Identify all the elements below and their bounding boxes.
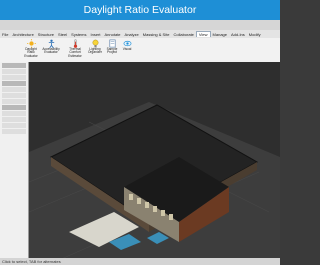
window-toolbar	[0, 20, 280, 30]
tab-view[interactable]: View	[195, 31, 211, 37]
panel-row[interactable]	[2, 93, 26, 98]
panel-header	[2, 105, 26, 110]
panel-row[interactable]	[2, 129, 26, 134]
visual-label: Visual	[122, 47, 132, 51]
ribbon-panel: Daylight Ratio Evaluator Accessibility E…	[0, 38, 280, 63]
tab-structure[interactable]: Structure	[36, 32, 56, 37]
building-model	[29, 102, 280, 260]
tab-file[interactable]: File	[0, 32, 10, 37]
panel-header	[2, 81, 26, 86]
tab-architecture[interactable]: Architecture	[10, 32, 35, 37]
panel-row[interactable]	[2, 117, 26, 122]
panel-header	[2, 63, 26, 68]
daylight-ratio-label: Daylight Ratio Evaluator	[24, 47, 38, 58]
tab-insert[interactable]: Insert	[89, 32, 103, 37]
status-bar: Click to select, TAB for alternates	[0, 258, 280, 265]
tab-steel[interactable]: Steel	[56, 32, 69, 37]
daylight-ratio-button[interactable]: Daylight Ratio Evaluator	[22, 39, 40, 58]
tab-collaborate[interactable]: Collaborate	[171, 32, 195, 37]
tab-modify[interactable]: Modify	[247, 32, 263, 37]
tab-manage[interactable]: Manage	[211, 32, 229, 37]
tab-systems[interactable]: Systems	[69, 32, 88, 37]
lighting-organizer-label: Lighting Organizer	[88, 47, 102, 55]
panel-row[interactable]	[2, 99, 26, 104]
panel-row[interactable]	[2, 111, 26, 116]
tab-massing-site[interactable]: Massing & Site	[141, 32, 172, 37]
lighting-organizer-button[interactable]: Lighting Organizer	[86, 39, 104, 58]
app-title: Daylight Ratio Evaluator	[83, 4, 197, 16]
thermal-comfort-button[interactable]: Thermal Comfort Estimator	[66, 39, 84, 58]
app-title-bar: Daylight Ratio Evaluator	[0, 0, 280, 20]
ribbon-tabs: File Architecture Structure Steel System…	[0, 30, 280, 38]
visual-button[interactable]: Visual	[118, 39, 136, 58]
panel-row[interactable]	[2, 75, 26, 80]
panel-row[interactable]	[2, 87, 26, 92]
tab-analyze[interactable]: Analyze	[123, 32, 141, 37]
properties-panel[interactable]	[0, 62, 29, 260]
status-text: Click to select, TAB for alternates	[2, 259, 61, 264]
panel-row[interactable]	[2, 69, 26, 74]
accessibility-button[interactable]: Accessibility Evaluator	[42, 39, 60, 58]
tab-add-ins[interactable]: Add-Ins	[229, 32, 247, 37]
tab-annotate[interactable]: Annotate	[103, 32, 123, 37]
3d-viewport[interactable]	[29, 62, 280, 260]
thermal-comfort-label: Thermal Comfort Estimator	[68, 47, 82, 58]
panel-row[interactable]	[2, 123, 26, 128]
accessibility-label: Accessibility Evaluator	[42, 47, 60, 55]
